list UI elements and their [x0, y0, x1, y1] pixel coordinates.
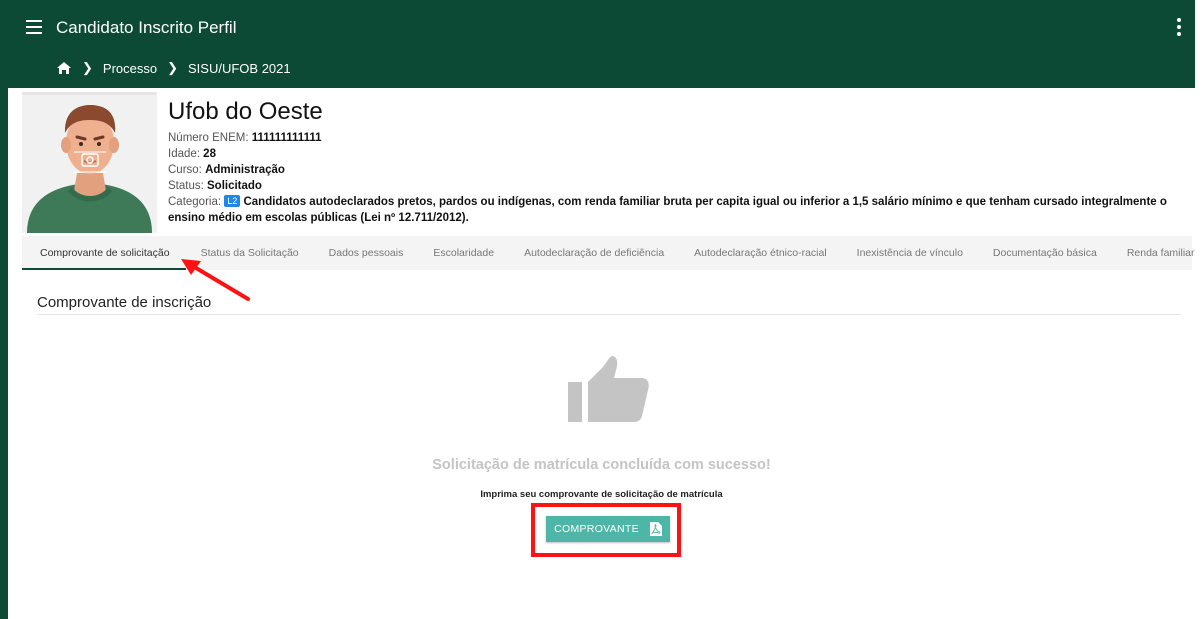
tab-dados-pessoais[interactable]: Dados pessoais — [314, 236, 419, 270]
tab-comprovante-solicitacao[interactable]: Comprovante de solicitação — [22, 236, 186, 270]
age-value: 28 — [203, 148, 216, 160]
course-line: Curso: Administração — [168, 164, 285, 176]
home-icon[interactable] — [56, 61, 72, 75]
breadcrumb-item-processo[interactable]: Processo — [103, 61, 157, 76]
tab-documentacao-basica[interactable]: Documentação básica — [978, 236, 1112, 270]
candidate-info: Número ENEM: 111111111111 Idade: 28 Curs… — [168, 130, 1193, 226]
tab-renda-familiar[interactable]: Renda familiar — [1112, 236, 1203, 270]
thumbs-up-icon — [566, 356, 650, 422]
status-line: Status: Solicitado — [168, 180, 262, 192]
candidate-name: Ufob do Oeste — [168, 98, 323, 125]
enem-line: Número ENEM: 111111111111 — [168, 132, 322, 144]
section-divider — [37, 314, 1181, 315]
tab-autodeclaracao-deficiencia[interactable]: Autodeclaração de deficiência — [509, 236, 679, 270]
app-bar-top-row: Candidato Inscrito Perfil — [8, 0, 1195, 56]
breadcrumb-item-sisu[interactable]: SISU/UFOB 2021 — [188, 61, 291, 76]
comprovante-button-label: COMPROVANTE — [554, 523, 639, 535]
breadcrumb-chevron-icon: ❯ — [167, 60, 179, 75]
tab-escolaridade[interactable]: Escolaridade — [418, 236, 509, 270]
print-hint: Imprima seu comprovante de solicitação d… — [480, 489, 723, 500]
pdf-file-icon — [649, 522, 662, 536]
more-vert-icon[interactable] — [1177, 18, 1181, 36]
breadcrumb-chevron-icon: ❯ — [82, 60, 93, 75]
breadcrumb: ❯ Processo ❯ SISU/UFOB 2021 — [56, 57, 291, 79]
tab-status-solicitacao[interactable]: Status da Solicitação — [186, 236, 314, 270]
candidate-profile: Ufob do Oeste Número ENEM: 111111111111 … — [22, 92, 1193, 233]
age-line: Idade: 28 — [168, 148, 216, 160]
category-badge: L2 — [224, 195, 241, 207]
comprovante-button[interactable]: COMPROVANTE — [546, 516, 670, 542]
status-value: Solicitado — [207, 180, 262, 192]
category-line: Categoria: L2 Candidatos autodeclarados … — [168, 195, 1167, 224]
app-bar: Candidato Inscrito Perfil ❯ Processo ❯ S… — [8, 0, 1195, 88]
app-title: Candidato Inscrito Perfil — [56, 18, 237, 37]
category-value: Candidatos autodeclarados pretos, pardos… — [168, 196, 1167, 224]
hamburger-menu-icon[interactable] — [26, 20, 42, 34]
enem-number: 111111111111 — [251, 132, 322, 144]
tab-autodeclaracao-etnico-racial[interactable]: Autodeclaração étnico-racial — [679, 236, 842, 270]
course-value: Administração — [205, 164, 285, 176]
profile-tabs: Comprovante de solicitação Status da Sol… — [22, 236, 1195, 270]
left-rail — [0, 0, 8, 619]
tab-inexistencia-vinculo[interactable]: Inexistência de vínculo — [842, 236, 978, 270]
avatar — [22, 92, 157, 233]
section-title: Comprovante de inscrição — [37, 294, 212, 311]
success-message: Solicitação de matrícula concluída com s… — [432, 457, 771, 473]
